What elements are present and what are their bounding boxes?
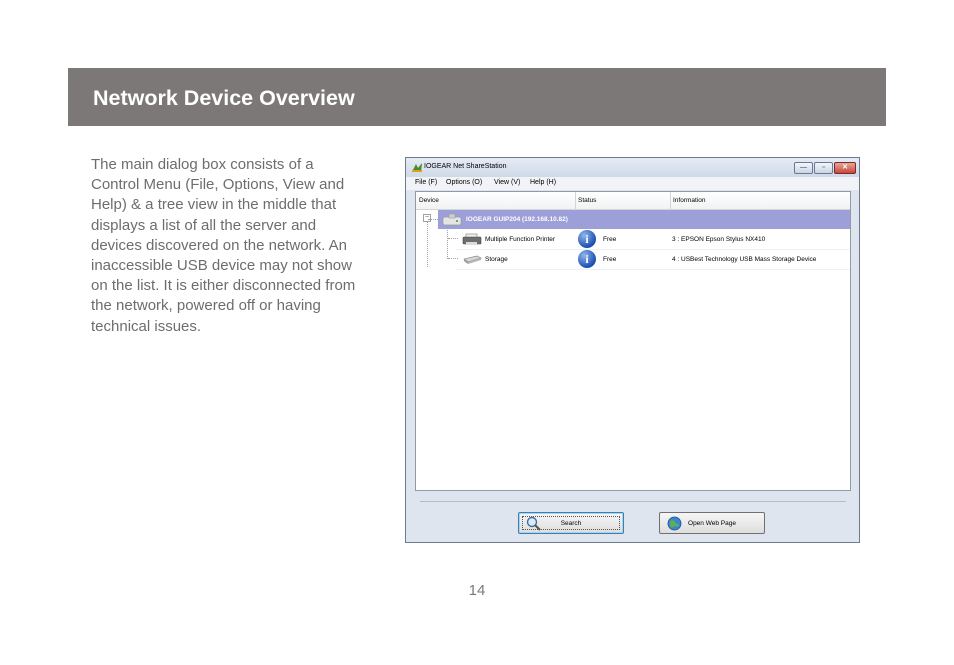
- printer-icon: [462, 233, 482, 245]
- device-row[interactable]: Storage i Free 4 : USBest Technology USB…: [456, 250, 850, 270]
- app-icon: [412, 163, 422, 172]
- menu-options[interactable]: Options (O): [446, 179, 482, 186]
- menu-view[interactable]: View (V): [494, 179, 520, 186]
- app-window: IOGEAR Net ShareStation — ▫ ✕ File (F) O…: [405, 157, 860, 543]
- device-row[interactable]: Multiple Function Printer i Free 3 : EPS…: [456, 230, 850, 250]
- list-header: Device Status Information: [416, 192, 850, 210]
- section-title: Network Device Overview: [93, 86, 355, 110]
- device-information: 4 : USBest Technology USB Mass Storage D…: [672, 256, 817, 263]
- info-icon[interactable]: i: [578, 250, 596, 268]
- maximize-button[interactable]: ▫: [814, 162, 833, 174]
- intro-line: inaccessible USB device may not show: [91, 257, 352, 275]
- device-status: Free: [603, 256, 617, 263]
- title-bar[interactable]: IOGEAR Net ShareStation — ▫ ✕: [406, 158, 859, 177]
- intro-line: the network, powered off or having: [91, 297, 321, 315]
- close-button[interactable]: ✕: [834, 162, 856, 174]
- column-information[interactable]: Information: [673, 197, 706, 204]
- intro-line: technical issues.: [91, 317, 202, 335]
- menu-bar: File (F) Options (O) View (V) Help (H): [406, 177, 859, 190]
- search-button[interactable]: Search: [518, 512, 624, 534]
- open-web-page-button[interactable]: Open Web Page: [659, 512, 765, 534]
- server-row[interactable]: IOGEAR GUIP204 (192.168.10.82): [438, 210, 850, 229]
- device-information: 3 : EPSON Epson Stylus NX410: [672, 236, 766, 243]
- minimize-button[interactable]: —: [794, 162, 813, 174]
- tree-connector: [447, 230, 449, 259]
- server-icon: [442, 213, 462, 226]
- device-status: Free: [603, 236, 617, 243]
- separator: [420, 501, 846, 502]
- intro-line: Help) & a tree view in the middle that: [91, 196, 337, 214]
- page-number: 14: [468, 582, 486, 599]
- column-divider[interactable]: [575, 192, 576, 209]
- column-device[interactable]: Device: [419, 197, 439, 204]
- intro-line: devices discovered on the network. An: [91, 236, 347, 254]
- search-button-label: Search: [560, 520, 582, 527]
- info-icon[interactable]: i: [578, 230, 596, 248]
- column-status[interactable]: Status: [578, 197, 596, 204]
- menu-file[interactable]: File (F): [415, 179, 437, 186]
- intro-line: displays a list of all the server and: [91, 216, 317, 234]
- device-name: Multiple Function Printer: [485, 236, 556, 243]
- open-web-page-button-label: Open Web Page: [688, 520, 736, 527]
- intro-line: The main dialog box consists of a: [91, 156, 314, 173]
- device-tree-view[interactable]: Device Status Information − IOGEAR GUIP2…: [415, 191, 851, 491]
- column-divider[interactable]: [670, 192, 671, 209]
- intro-paragraph: The main dialog box consists of a Contro…: [91, 155, 391, 337]
- intro-line: Control Menu (File, Options, View and: [91, 176, 345, 194]
- intro-line: on the list. It is either disconnected f…: [91, 277, 356, 295]
- device-name: Storage: [485, 256, 508, 263]
- tree-connector: [428, 219, 438, 221]
- section-banner: Network Device Overview: [68, 68, 886, 126]
- menu-help[interactable]: Help (H): [530, 179, 556, 186]
- storage-icon: [463, 255, 482, 264]
- tree-connector: [427, 222, 429, 267]
- server-name: IOGEAR GUIP204 (192.168.10.82): [466, 216, 568, 223]
- window-title: IOGEAR Net ShareStation: [424, 163, 507, 170]
